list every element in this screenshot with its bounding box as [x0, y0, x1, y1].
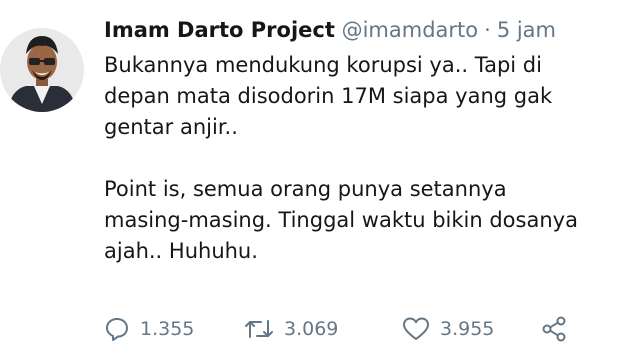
action-bar: 1.355 3.069 3.955 — [104, 314, 568, 344]
tweet-line: Point is, semua orang punya setannya — [104, 177, 507, 201]
tweet-line: Bukannya mendukung korupsi ya.. Tapi di — [104, 53, 542, 77]
avatar[interactable] — [0, 14, 84, 118]
reply-count: 1.355 — [140, 318, 195, 340]
reply-button[interactable]: 1.355 — [104, 314, 244, 344]
tweet-header: Imam Darto Project @imamdarto · 5 jam — [104, 16, 556, 44]
retweet-count: 3.069 — [284, 318, 339, 340]
heart-icon — [402, 316, 430, 342]
retweet-button[interactable]: 3.069 — [244, 314, 402, 344]
like-button[interactable]: 3.955 — [402, 314, 540, 344]
tweet-line: masing-masing. Tinggal waktu bikin dosan… — [104, 208, 578, 232]
retweet-icon — [244, 316, 274, 342]
tweet-line: ajah.. Huhuhu. — [104, 239, 258, 263]
user-handle[interactable]: @imamdarto — [342, 18, 479, 42]
tweet-text: Bukannya mendukung korupsi ya.. Tapi di … — [104, 50, 640, 267]
reply-icon — [104, 316, 130, 342]
tweet-line: gentar anjir.. — [104, 115, 238, 139]
tweet-line: depan mata disodorin 17M siapa yang gak — [104, 84, 553, 108]
share-icon — [540, 315, 568, 343]
separator-dot: · — [484, 18, 491, 42]
share-button[interactable] — [540, 314, 568, 344]
display-name[interactable]: Imam Darto Project — [104, 18, 335, 42]
like-count: 3.955 — [440, 318, 495, 340]
tweet-card: Imam Darto Project @imamdarto · 5 jam Buka… — [0, 0, 640, 360]
timestamp[interactable]: 5 jam — [497, 18, 556, 42]
